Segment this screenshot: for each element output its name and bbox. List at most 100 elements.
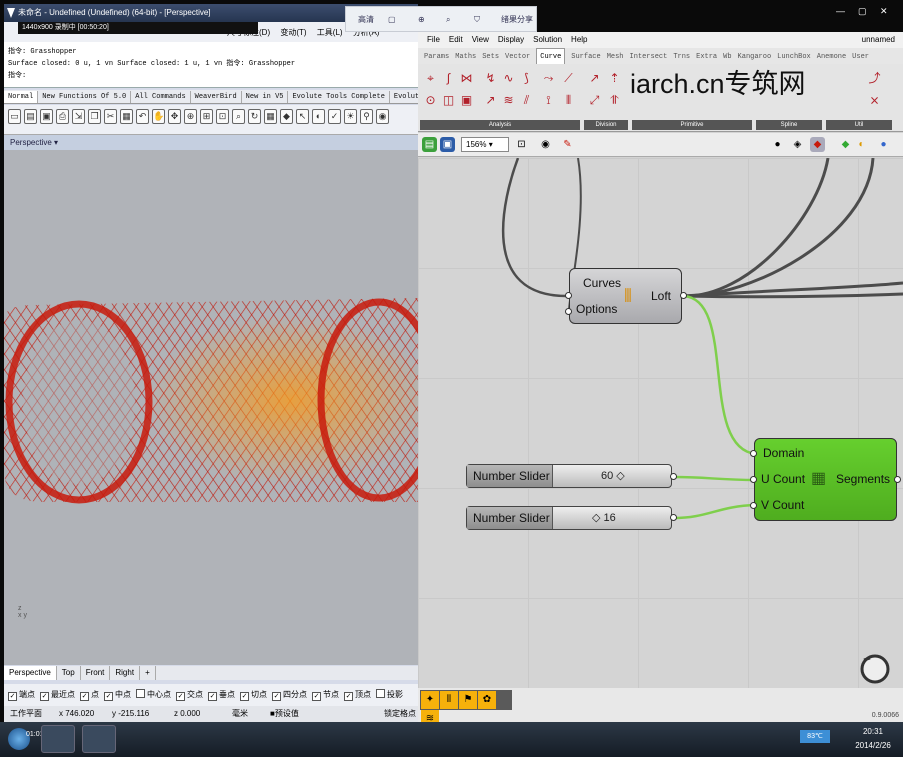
menu-solution[interactable]: Solution bbox=[533, 32, 562, 48]
curve-tool-icon[interactable]: ∫ bbox=[440, 70, 457, 87]
output-port[interactable] bbox=[670, 473, 677, 480]
command-prompt[interactable]: 指令: bbox=[8, 70, 414, 82]
output-port[interactable] bbox=[894, 476, 901, 483]
curve-tool-icon[interactable]: ≋ bbox=[500, 92, 517, 109]
slider-value[interactable]: 60 ◇ bbox=[601, 465, 625, 487]
osnap-1[interactable]: 最近点 bbox=[40, 684, 75, 706]
tab-front[interactable]: Front bbox=[81, 666, 111, 680]
input-port[interactable] bbox=[565, 292, 572, 299]
preview-off-icon[interactable]: ● bbox=[770, 137, 785, 152]
grid-snap-toggle[interactable]: 锁定格点 bbox=[384, 706, 416, 722]
screen-recorder-bar[interactable]: 1440x900 录制中 [00:50:20] bbox=[18, 22, 258, 34]
hd-button[interactable]: 高清 bbox=[358, 7, 374, 33]
menu-edit[interactable]: Edit bbox=[449, 32, 463, 48]
curve-tool-icon[interactable]: ⊙ bbox=[422, 92, 439, 109]
zoom-selected-icon[interactable]: ⌕ bbox=[232, 109, 245, 124]
zoom-icon[interactable]: ⌕ bbox=[446, 7, 450, 33]
gh-tab-anemone[interactable]: Anemone bbox=[817, 49, 846, 64]
share-button[interactable]: 绪果分享 bbox=[501, 7, 533, 33]
wireframe-icon[interactable]: ◈ bbox=[790, 137, 805, 152]
curve-tool-icon[interactable]: ⋈ bbox=[458, 70, 475, 87]
shield-icon[interactable]: ⛉ bbox=[474, 7, 480, 33]
gh-tab-params[interactable]: Params bbox=[424, 49, 449, 64]
save-icon[interactable]: ▣ bbox=[440, 137, 455, 152]
viewport-title[interactable]: Perspective ▾ bbox=[4, 135, 418, 150]
flag-icon[interactable]: ⚑ bbox=[459, 691, 477, 709]
menu-view[interactable]: View bbox=[472, 32, 489, 48]
tab-evolute[interactable]: EvoluteTo bbox=[390, 91, 418, 103]
divide-icon[interactable]: ⥣ bbox=[606, 92, 623, 109]
rotate-view-icon[interactable]: ↻ bbox=[248, 109, 261, 124]
select-icon[interactable]: ↖ bbox=[296, 109, 309, 124]
divide-icon[interactable]: ⤢ bbox=[586, 92, 603, 109]
osnap-0[interactable]: 端点 bbox=[8, 684, 35, 706]
curve-tool-icon[interactable]: ↗ bbox=[482, 92, 499, 109]
gh-tab-mesh[interactable]: Mesh bbox=[607, 49, 624, 64]
bug-icon[interactable]: ✦ bbox=[421, 691, 439, 709]
minimize-icon[interactable]: — bbox=[836, 6, 845, 16]
gh-tab-vector[interactable]: Vector bbox=[505, 49, 530, 64]
osnap-4[interactable]: 中心点 bbox=[136, 684, 171, 706]
curve-tool-icon[interactable]: ⟋ bbox=[560, 70, 577, 87]
util-icon[interactable]: ⨯ bbox=[866, 92, 883, 109]
curve-tool-icon[interactable]: ◫ bbox=[440, 92, 457, 109]
input-port[interactable] bbox=[750, 450, 757, 457]
menu-transform[interactable]: 变动(T) bbox=[280, 22, 306, 42]
shaded-icon[interactable]: ◆ bbox=[810, 137, 825, 152]
open-icon[interactable]: ▤ bbox=[24, 109, 37, 124]
output-port[interactable] bbox=[680, 292, 687, 299]
gh-canvas[interactable]: Curves Options ⦀ Loft Number Slider 60 ◇… bbox=[418, 158, 903, 688]
tab-normal[interactable]: Normal bbox=[4, 91, 39, 103]
mesh-tube-render[interactable] bbox=[4, 150, 418, 610]
output-port[interactable] bbox=[670, 514, 677, 521]
clock[interactable]: 20:31 2014/2/26 bbox=[846, 725, 900, 753]
selected-preview-icon[interactable]: ◆ bbox=[838, 137, 853, 152]
car-icon[interactable]: ◆ bbox=[280, 109, 293, 124]
tab-new-in-v5[interactable]: New in V5 bbox=[242, 91, 289, 103]
temperature-indicator[interactable]: 83℃ bbox=[800, 730, 830, 743]
number-slider-u[interactable]: Number Slider 60 ◇ bbox=[466, 464, 672, 488]
pan-icon[interactable]: ✋ bbox=[152, 109, 165, 124]
osnap-11[interactable]: 投影 bbox=[376, 684, 403, 706]
zoom-icon[interactable]: ⊕ bbox=[184, 109, 197, 124]
tab-new-functions[interactable]: New Functions Of 5.0 bbox=[38, 91, 132, 103]
number-slider-v[interactable]: Number Slider ◇ 16 bbox=[466, 506, 672, 530]
check-icon[interactable]: ✓ bbox=[328, 109, 341, 124]
sphere-icon[interactable]: ◐ bbox=[312, 109, 325, 124]
input-port[interactable] bbox=[750, 476, 757, 483]
zoom-window-icon[interactable]: ⊞ bbox=[200, 109, 213, 124]
osnap-10[interactable]: 顶点 bbox=[344, 684, 371, 706]
new-file-icon[interactable]: ▭ bbox=[8, 109, 21, 124]
window-icon[interactable]: ▢ bbox=[388, 7, 396, 33]
curve-tool-icon[interactable]: ↯ bbox=[482, 70, 499, 87]
sketch-icon[interactable]: ✎ bbox=[560, 137, 575, 152]
render-icon[interactable]: ◉ bbox=[376, 109, 389, 124]
tab-top[interactable]: Top bbox=[57, 666, 81, 680]
import-icon[interactable]: ⇲ bbox=[72, 109, 85, 124]
tab-evolute-complete[interactable]: Evolute Tools Complete bbox=[288, 91, 390, 103]
menu-tools[interactable]: 工具(L) bbox=[317, 22, 343, 42]
menu-display[interactable]: Display bbox=[498, 32, 524, 48]
add-viewport-button[interactable]: + bbox=[140, 666, 156, 680]
loft-component[interactable]: Curves Options ⦀ Loft bbox=[569, 268, 682, 324]
perspective-viewport[interactable]: Perspective ▾ z x y bbox=[4, 135, 418, 665]
osnap-5[interactable]: 交点 bbox=[176, 684, 203, 706]
gh-tab-curve[interactable]: Curve bbox=[536, 48, 566, 64]
taskbar-app-rhino[interactable] bbox=[82, 725, 116, 753]
curve-tool-icon[interactable]: ⤳ bbox=[540, 70, 557, 87]
menu-help[interactable]: Help bbox=[571, 32, 587, 48]
bulb-icon[interactable]: ⚲ bbox=[360, 109, 373, 124]
tab-perspective[interactable]: Perspective bbox=[4, 666, 57, 680]
gh-tab-sets[interactable]: Sets bbox=[482, 49, 499, 64]
layer-swatch[interactable]: ■ 预设值 bbox=[270, 706, 299, 722]
grid-icon[interactable]: ▦ bbox=[264, 109, 277, 124]
close-icon[interactable]: ✕ bbox=[880, 6, 888, 17]
curve-tool-icon[interactable]: ⟆ bbox=[518, 70, 535, 87]
curve-tool-icon[interactable]: ▣ bbox=[458, 92, 475, 109]
tab-all-commands[interactable]: All Commands bbox=[131, 91, 191, 103]
osnap-8[interactable]: 四分点 bbox=[272, 684, 307, 706]
slider-value[interactable]: ◇ 16 bbox=[592, 507, 616, 529]
menu-file[interactable]: File bbox=[427, 32, 440, 48]
loft-icon[interactable]: ⦀ bbox=[440, 691, 458, 709]
input-port[interactable] bbox=[750, 502, 757, 509]
